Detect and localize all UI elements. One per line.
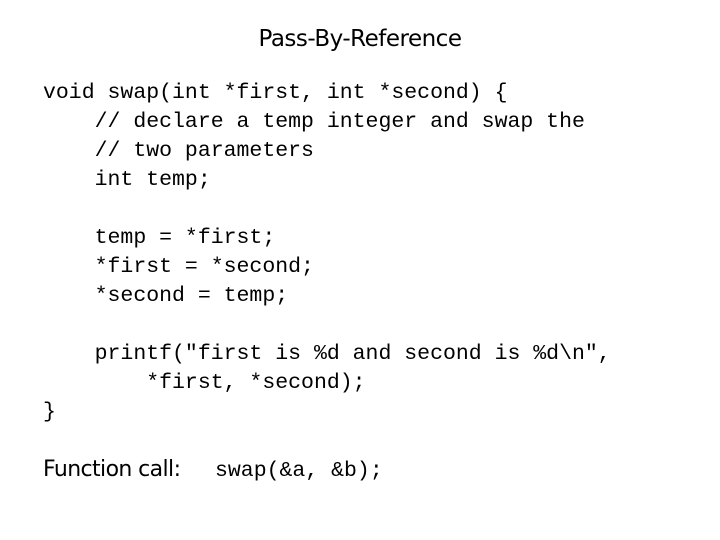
- code-block: void swap(int *first, int *second) { // …: [43, 79, 611, 427]
- code-line: temp = *first;: [43, 226, 276, 250]
- code-line: }: [43, 400, 56, 424]
- code-line: void swap(int *first, int *second) {: [43, 81, 508, 105]
- code-line: // two parameters: [43, 139, 314, 163]
- slide-title: Pass-By-Reference: [258, 26, 462, 52]
- code-line: *first, *second);: [43, 371, 366, 395]
- code-line: *second = temp;: [43, 284, 289, 308]
- function-call-code: swap(&a, &b);: [215, 459, 383, 483]
- code-line: // declare a temp integer and swap the: [43, 110, 585, 134]
- code-line: int temp;: [43, 168, 211, 192]
- function-call: Function call: swap(&a, &b);: [43, 457, 383, 483]
- function-call-label: Function call:: [43, 457, 181, 482]
- code-line: printf("first is %d and second is %d\n",: [43, 342, 611, 366]
- code-line: *first = *second;: [43, 255, 314, 279]
